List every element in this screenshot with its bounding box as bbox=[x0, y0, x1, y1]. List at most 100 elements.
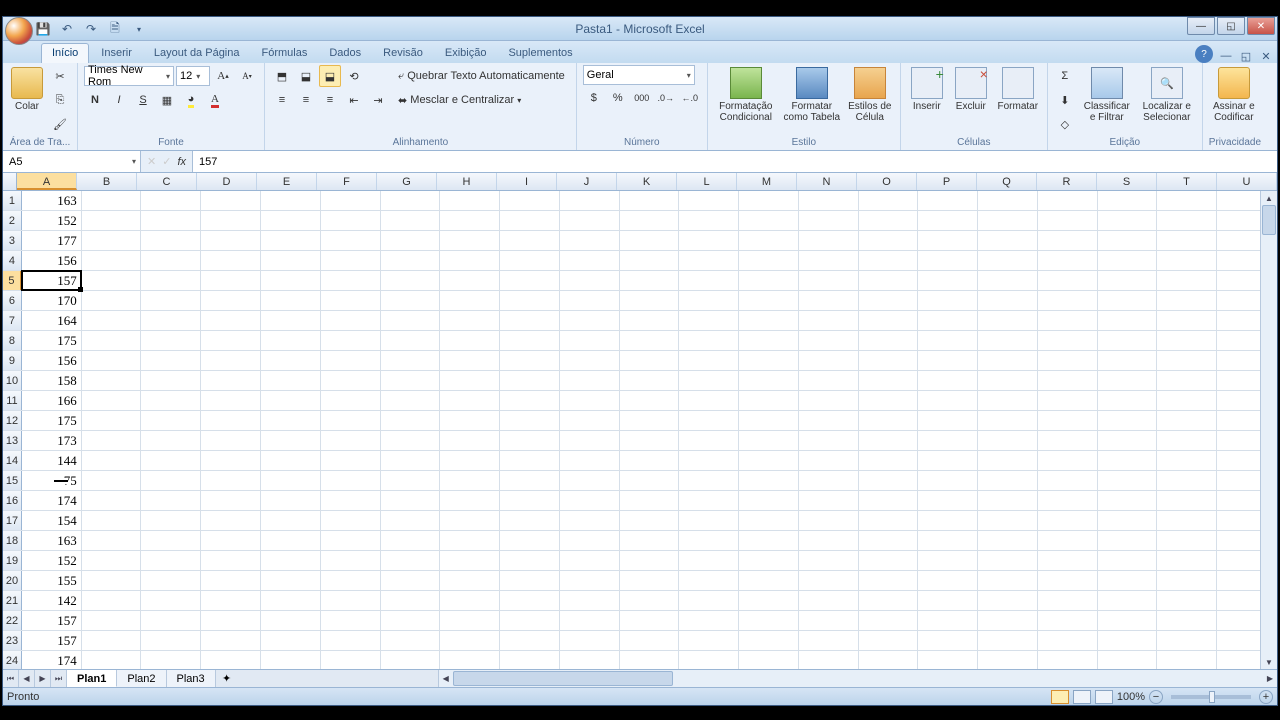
save-icon[interactable]: 💾 bbox=[33, 19, 53, 39]
cell[interactable] bbox=[1157, 491, 1217, 510]
cell[interactable] bbox=[1098, 431, 1158, 450]
enter-formula-icon[interactable]: ✓ bbox=[162, 155, 171, 168]
font-color-icon[interactable]: A bbox=[204, 89, 226, 111]
cell[interactable] bbox=[261, 571, 321, 590]
cell[interactable]: 158 bbox=[22, 371, 82, 390]
cell[interactable] bbox=[321, 251, 381, 270]
cell[interactable] bbox=[978, 491, 1038, 510]
cell[interactable] bbox=[918, 551, 978, 570]
zoom-slider[interactable] bbox=[1171, 695, 1251, 699]
cell[interactable] bbox=[201, 471, 261, 490]
cell-styles-button[interactable]: Estilos de Célula bbox=[846, 65, 894, 123]
cell[interactable] bbox=[799, 331, 859, 350]
row-header-11[interactable]: 11 bbox=[3, 391, 22, 410]
cell[interactable] bbox=[679, 551, 739, 570]
cell[interactable] bbox=[500, 451, 560, 470]
cell[interactable] bbox=[799, 411, 859, 430]
cell[interactable] bbox=[620, 191, 680, 210]
cell[interactable] bbox=[1098, 651, 1158, 669]
cell[interactable] bbox=[141, 531, 201, 550]
cell[interactable] bbox=[381, 291, 441, 310]
cell[interactable] bbox=[1157, 231, 1217, 250]
scroll-right-icon[interactable]: ▶ bbox=[1263, 670, 1277, 687]
cell[interactable] bbox=[1157, 191, 1217, 210]
cell[interactable] bbox=[679, 631, 739, 650]
cell[interactable] bbox=[1098, 351, 1158, 370]
cell[interactable] bbox=[440, 491, 500, 510]
cell[interactable] bbox=[560, 631, 620, 650]
cell[interactable] bbox=[500, 271, 560, 290]
cell[interactable]: 157 bbox=[22, 631, 82, 650]
cell[interactable] bbox=[500, 211, 560, 230]
align-center-icon[interactable]: ≡ bbox=[295, 89, 317, 111]
cell[interactable] bbox=[560, 331, 620, 350]
cell[interactable] bbox=[500, 191, 560, 210]
cell[interactable] bbox=[82, 531, 142, 550]
cell[interactable] bbox=[321, 471, 381, 490]
cell[interactable] bbox=[918, 531, 978, 550]
cell[interactable] bbox=[1098, 191, 1158, 210]
cell[interactable] bbox=[381, 591, 441, 610]
cell[interactable] bbox=[799, 571, 859, 590]
cell[interactable] bbox=[560, 251, 620, 270]
cell[interactable] bbox=[799, 451, 859, 470]
cell[interactable] bbox=[918, 631, 978, 650]
cell[interactable] bbox=[978, 531, 1038, 550]
cell[interactable] bbox=[440, 231, 500, 250]
row-header-24[interactable]: 24 bbox=[3, 651, 22, 669]
row-header-17[interactable]: 17 bbox=[3, 511, 22, 530]
cell[interactable] bbox=[1157, 631, 1217, 650]
scroll-left-icon[interactable]: ◀ bbox=[439, 670, 453, 687]
cell[interactable] bbox=[381, 631, 441, 650]
cell[interactable] bbox=[859, 651, 919, 669]
tab-formulas[interactable]: Fórmulas bbox=[252, 44, 318, 63]
cell[interactable] bbox=[500, 351, 560, 370]
tab-layout[interactable]: Layout da Página bbox=[144, 44, 250, 63]
cell[interactable] bbox=[859, 631, 919, 650]
cell[interactable] bbox=[620, 511, 680, 530]
cell[interactable] bbox=[739, 271, 799, 290]
cell[interactable] bbox=[1098, 231, 1158, 250]
cell[interactable] bbox=[679, 291, 739, 310]
tab-inicio[interactable]: Início bbox=[41, 43, 89, 63]
cell[interactable] bbox=[440, 191, 500, 210]
cell[interactable] bbox=[739, 211, 799, 230]
number-format-combo[interactable]: Geral▾ bbox=[583, 65, 695, 85]
cell[interactable] bbox=[381, 431, 441, 450]
cell[interactable] bbox=[620, 631, 680, 650]
cell[interactable] bbox=[799, 551, 859, 570]
cell[interactable] bbox=[321, 551, 381, 570]
cell[interactable] bbox=[201, 231, 261, 250]
cell[interactable] bbox=[141, 291, 201, 310]
cell[interactable] bbox=[381, 551, 441, 570]
cell[interactable] bbox=[859, 411, 919, 430]
cell[interactable] bbox=[500, 371, 560, 390]
cell[interactable] bbox=[859, 491, 919, 510]
cell[interactable] bbox=[739, 411, 799, 430]
zoom-out-icon[interactable]: − bbox=[1149, 690, 1163, 704]
cell[interactable] bbox=[918, 651, 978, 669]
cell[interactable] bbox=[918, 371, 978, 390]
cell[interactable] bbox=[201, 631, 261, 650]
cell[interactable] bbox=[201, 571, 261, 590]
restore-workbook-icon[interactable]: ◱ bbox=[1239, 49, 1253, 63]
cell[interactable] bbox=[859, 431, 919, 450]
cell[interactable] bbox=[1038, 611, 1098, 630]
cell[interactable] bbox=[1038, 451, 1098, 470]
cell[interactable] bbox=[261, 271, 321, 290]
cell[interactable] bbox=[440, 611, 500, 630]
cell[interactable] bbox=[679, 391, 739, 410]
cell[interactable] bbox=[82, 651, 142, 669]
cell[interactable] bbox=[440, 311, 500, 330]
cell[interactable] bbox=[1098, 631, 1158, 650]
print-icon[interactable]: 🗎 bbox=[105, 19, 125, 39]
cell[interactable] bbox=[141, 651, 201, 669]
cell[interactable] bbox=[799, 211, 859, 230]
cell[interactable] bbox=[500, 631, 560, 650]
row-header-10[interactable]: 10 bbox=[3, 371, 22, 390]
close-workbook-icon[interactable]: ✕ bbox=[1259, 49, 1273, 63]
cell[interactable] bbox=[799, 611, 859, 630]
column-header-D[interactable]: D bbox=[197, 173, 257, 190]
cell[interactable] bbox=[141, 191, 201, 210]
decrease-font-icon[interactable]: A▾ bbox=[236, 65, 258, 87]
